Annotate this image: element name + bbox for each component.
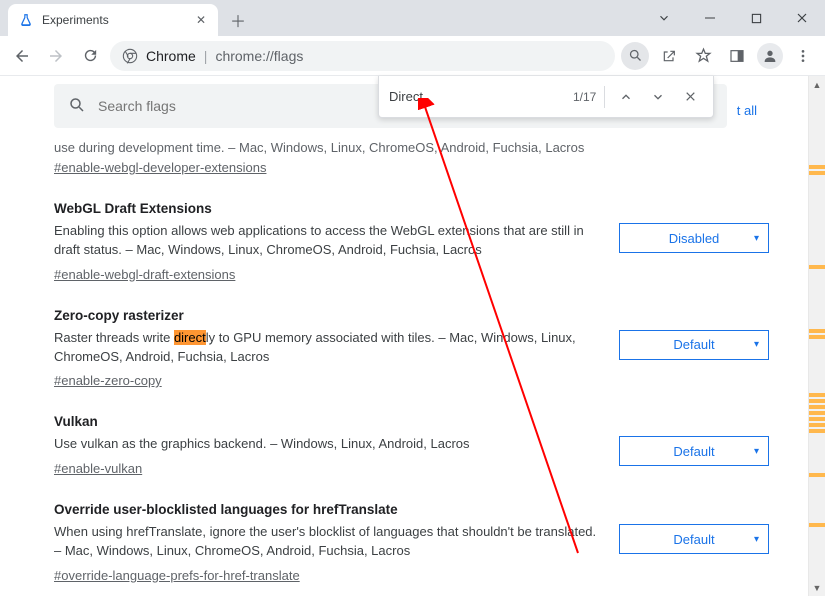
titlebar: Experiments ✕ ＋ xyxy=(0,0,825,36)
reset-all-button[interactable]: Reset all xyxy=(737,94,771,126)
find-count: 1/17 xyxy=(573,90,596,104)
find-close-button[interactable] xyxy=(678,84,703,110)
flag-hash-link[interactable]: #override-language-prefs-for-href-transl… xyxy=(54,568,300,583)
flag-hash-link[interactable]: #enable-zero-copy xyxy=(54,373,162,388)
dropdown-value: Default xyxy=(673,337,714,352)
flag-title: Vulkan xyxy=(54,414,599,429)
url-origin: Chrome xyxy=(146,48,196,64)
chevron-down-icon: ▾ xyxy=(754,534,759,545)
find-bar: 1/17 xyxy=(378,76,714,118)
menu-icon[interactable] xyxy=(789,42,817,70)
flag-title: WebGL Draft Extensions xyxy=(54,201,599,216)
dropdown-value: Default xyxy=(673,532,714,547)
chevron-down-icon: ▾ xyxy=(754,339,759,350)
new-tab-button[interactable]: ＋ xyxy=(224,6,252,34)
bookmark-icon[interactable] xyxy=(689,42,717,70)
find-in-page-icon[interactable] xyxy=(621,42,649,70)
toolbar-actions xyxy=(621,42,817,70)
url-separator: | xyxy=(204,48,208,64)
share-icon[interactable] xyxy=(655,42,683,70)
tab-title: Experiments xyxy=(42,13,186,27)
flag-title: Override user-blocklisted languages for … xyxy=(54,502,599,517)
chevron-down-icon: ▾ xyxy=(754,233,759,244)
flag-desc: When using hrefTranslate, ignore the use… xyxy=(54,523,599,561)
flag-title: Zero-copy rasterizer xyxy=(54,308,599,323)
side-panel-icon[interactable] xyxy=(723,42,751,70)
truncated-desc: use during development time. – Mac, Wind… xyxy=(54,140,771,155)
toolbar: Chrome | chrome://flags xyxy=(0,36,825,76)
url-path: chrome://flags xyxy=(215,48,303,64)
flag-desc: Enabling this option allows web applicat… xyxy=(54,222,599,260)
dropdown-value: Disabled xyxy=(669,231,720,246)
forward-button[interactable] xyxy=(42,42,70,70)
flag-item: Zero-copy rasterizer Raster threads writ… xyxy=(54,308,771,391)
reload-button[interactable] xyxy=(76,42,104,70)
address-bar[interactable]: Chrome | chrome://flags xyxy=(110,41,615,71)
flag-dropdown[interactable]: Default ▾ xyxy=(619,524,769,554)
browser-tab[interactable]: Experiments ✕ xyxy=(8,4,218,36)
flask-icon xyxy=(18,12,34,28)
back-button[interactable] xyxy=(8,42,36,70)
flag-hash-link[interactable]: #enable-webgl-developer-extensions xyxy=(54,160,266,175)
search-icon xyxy=(68,96,88,116)
close-tab-icon[interactable]: ✕ xyxy=(194,13,208,27)
flag-hash-link[interactable]: #enable-vulkan xyxy=(54,461,142,476)
flag-dropdown[interactable]: Disabled ▾ xyxy=(619,223,769,253)
dropdown-value: Default xyxy=(673,444,714,459)
maximize-icon[interactable] xyxy=(739,4,773,32)
flag-item: WebGL Draft Extensions Enabling this opt… xyxy=(54,201,771,284)
flag-dropdown[interactable]: Default ▾ xyxy=(619,330,769,360)
chrome-icon xyxy=(122,48,138,64)
chevron-down-icon[interactable] xyxy=(647,4,681,32)
window-controls xyxy=(647,0,819,36)
flag-item: Override user-blocklisted languages for … xyxy=(54,502,771,585)
find-next-button[interactable] xyxy=(646,84,671,110)
page-content: Reset all use during development time. –… xyxy=(0,80,825,596)
separator xyxy=(604,86,605,108)
chevron-down-icon: ▾ xyxy=(754,446,759,457)
find-input[interactable] xyxy=(389,89,565,104)
flag-desc: Raster threads write directly to GPU mem… xyxy=(54,329,599,367)
minimize-icon[interactable] xyxy=(693,4,727,32)
close-window-icon[interactable] xyxy=(785,4,819,32)
flag-dropdown[interactable]: Default ▾ xyxy=(619,436,769,466)
highlight-match: direct xyxy=(174,330,206,345)
profile-avatar[interactable] xyxy=(757,43,783,69)
flag-desc: Use vulkan as the graphics backend. – Wi… xyxy=(54,435,599,454)
find-prev-button[interactable] xyxy=(613,84,638,110)
flag-hash-link[interactable]: #enable-webgl-draft-extensions xyxy=(54,267,235,282)
flag-item: Vulkan Use vulkan as the graphics backen… xyxy=(54,414,771,478)
